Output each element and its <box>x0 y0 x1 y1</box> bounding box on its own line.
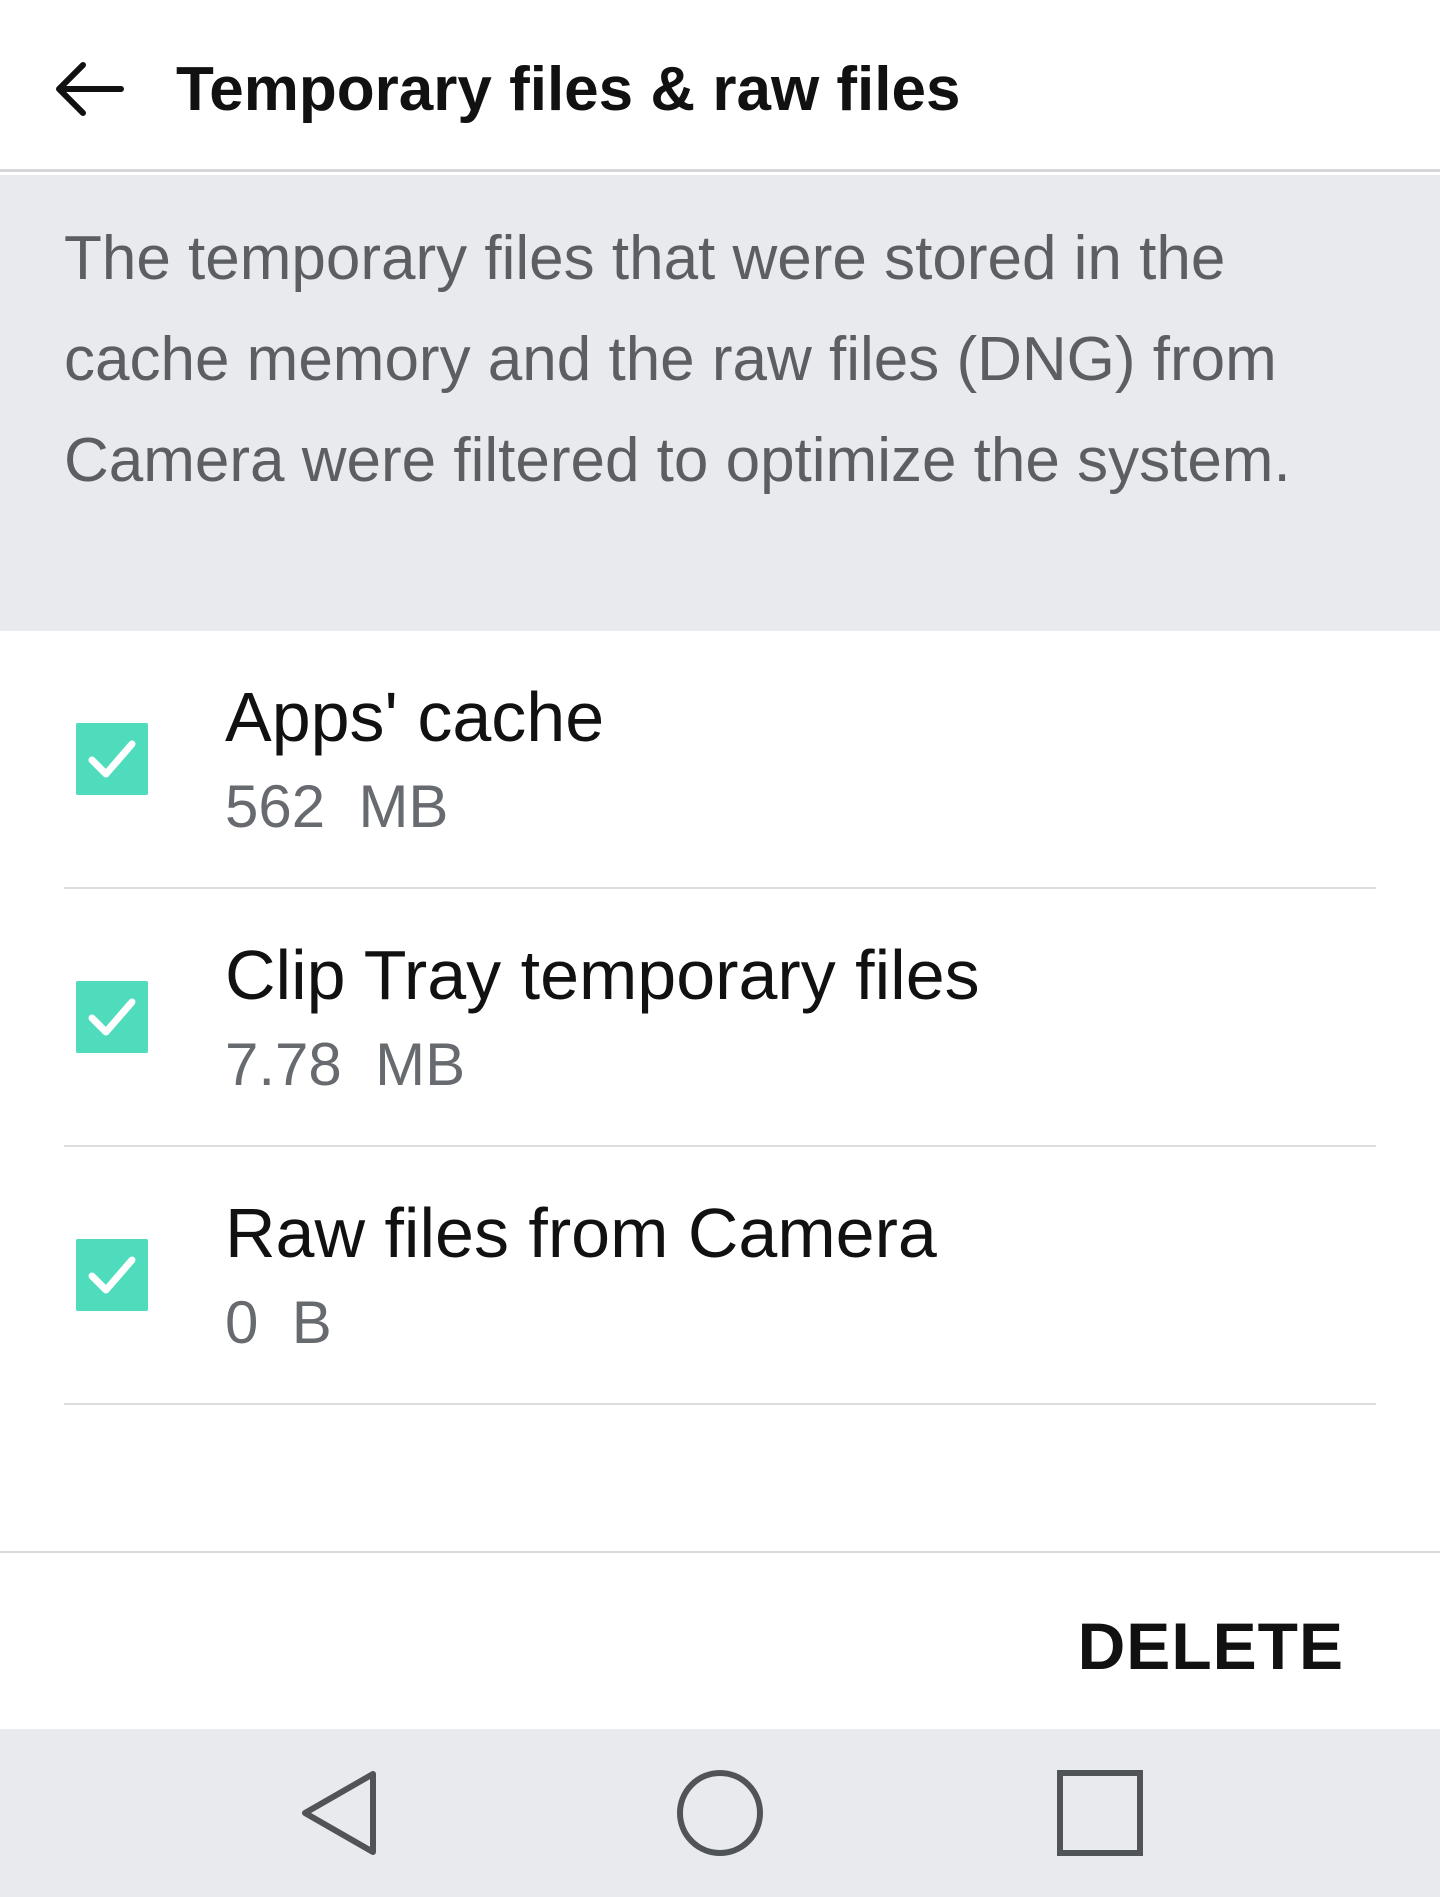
list-item-size: 562 MB <box>225 773 449 840</box>
square-recents-icon <box>1057 1770 1143 1856</box>
app-bar: Temporary files & raw files <box>0 0 1440 172</box>
checkmark-icon <box>88 740 136 778</box>
system-nav-bar <box>0 1729 1440 1897</box>
divider <box>64 1403 1376 1405</box>
list-item-size: 7.78 MB <box>225 1031 466 1098</box>
list-item-label: Apps' cache <box>225 678 605 756</box>
back-button[interactable] <box>44 44 134 134</box>
info-panel: The temporary files that were stored in … <box>0 175 1440 631</box>
list-item-raw-files[interactable]: Raw files from Camera 0 B <box>0 1147 1440 1405</box>
delete-button[interactable]: DELETE <box>1078 1606 1344 1686</box>
page-title: Temporary files & raw files <box>176 55 961 124</box>
nav-back-button[interactable] <box>290 1763 390 1863</box>
list-item-apps-cache[interactable]: Apps' cache 562 MB <box>0 631 1440 889</box>
triangle-back-icon <box>302 1771 376 1855</box>
nav-home-button[interactable] <box>670 1763 770 1863</box>
file-category-list: Apps' cache 562 MB Clip Tray temporary f… <box>0 631 1440 1405</box>
footer-divider <box>0 1551 1440 1553</box>
list-item-clip-tray[interactable]: Clip Tray temporary files 7.78 MB <box>0 889 1440 1147</box>
clip-tray-checkbox[interactable] <box>76 981 148 1053</box>
circle-home-icon <box>677 1770 763 1856</box>
list-item-size: 0 B <box>225 1289 332 1356</box>
info-description: The temporary files that were stored in … <box>64 224 1291 495</box>
list-item-label: Raw files from Camera <box>225 1194 937 1272</box>
arrow-left-icon <box>56 62 124 116</box>
checkmark-icon <box>88 1256 136 1294</box>
nav-recents-button[interactable] <box>1050 1763 1150 1863</box>
apps-cache-checkbox[interactable] <box>76 723 148 795</box>
raw-files-checkbox[interactable] <box>76 1239 148 1311</box>
list-item-label: Clip Tray temporary files <box>225 936 980 1014</box>
checkmark-icon <box>88 998 136 1036</box>
